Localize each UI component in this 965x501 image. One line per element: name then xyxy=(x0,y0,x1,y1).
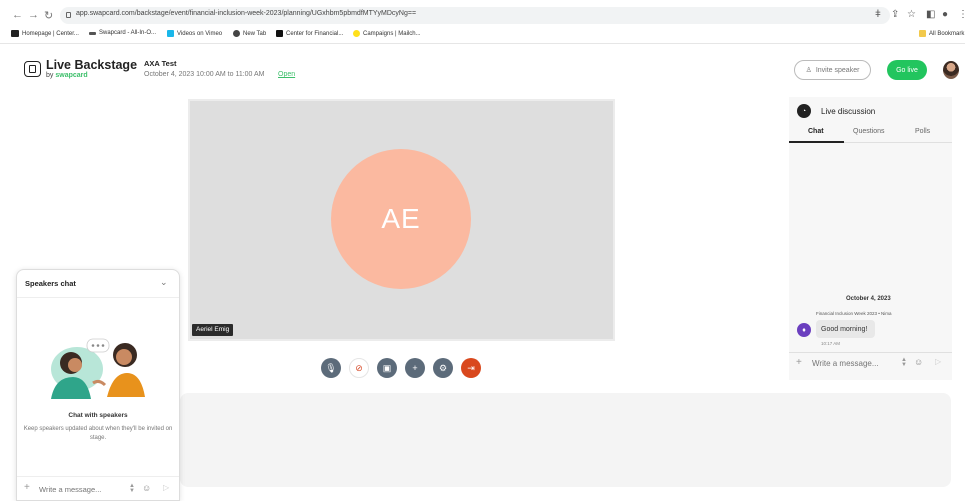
sort-icon[interactable]: ▲ ▼ xyxy=(129,483,135,494)
leave-button[interactable]: ⇥ xyxy=(461,358,481,378)
live-discussion-message-input[interactable] xyxy=(812,359,892,368)
speakers-chat-message-input[interactable] xyxy=(39,485,119,494)
speakers-chat-illustration xyxy=(51,338,145,399)
exit-icon: ⇥ xyxy=(467,362,475,373)
cfi-logo-icon xyxy=(11,30,19,37)
browser-chrome: ← → ↻ app.swapcard.com/backstage/event/f… xyxy=(0,0,965,44)
open-link[interactable]: Open xyxy=(278,71,295,78)
globe-icon xyxy=(233,30,240,37)
go-live-button[interactable]: Go live xyxy=(887,60,927,80)
send-icon[interactable]: ▷ xyxy=(163,483,169,492)
star-icon[interactable]: ☆ xyxy=(907,9,916,20)
microphone-icon: 🎙 xyxy=(325,362,337,373)
screen-share-icon: ▣ xyxy=(382,362,392,373)
tab-questions[interactable]: Questions xyxy=(853,128,885,135)
input-divider xyxy=(789,352,952,353)
site-info-icon[interactable] xyxy=(66,12,71,18)
url-text: app.swapcard.com/backstage/event/financi… xyxy=(76,10,417,17)
sidepanel-icon[interactable]: ◧ xyxy=(926,9,935,20)
sort-icon[interactable]: ▲ ▼ xyxy=(901,357,907,368)
menu-icon[interactable]: ⋮ xyxy=(958,9,965,20)
add-button[interactable]: + xyxy=(405,358,425,378)
bookmark-vimeo[interactable]: Videos on Vimeo xyxy=(167,30,222,37)
bookmark-mailchimp[interactable]: Campaigns | Mailch... xyxy=(353,30,421,37)
live-discussion-title: Live discussion xyxy=(821,107,876,116)
send-icon[interactable]: ▷ xyxy=(935,357,941,366)
speaker-avatar-initials: AE xyxy=(331,149,471,289)
avatar[interactable] xyxy=(943,61,959,79)
camera-off-icon: ⊘ xyxy=(355,362,363,373)
share-icon[interactable]: ⇪ xyxy=(891,9,899,20)
settings-button[interactable]: ⚙ xyxy=(433,358,453,378)
swapcard-brand: swapcard xyxy=(55,72,88,79)
input-divider xyxy=(17,476,179,477)
bookmark-homepage[interactable]: Homepage | Center... xyxy=(11,30,79,37)
chevron-down-icon[interactable]: ⌄ xyxy=(160,277,168,288)
reload-icon[interactable]: ↻ xyxy=(44,9,53,22)
camera-off-button[interactable]: ⊘ xyxy=(349,358,369,378)
app-subtitle: by swapcard xyxy=(46,72,88,79)
all-bookmarks[interactable]: All Bookmark xyxy=(919,30,964,37)
plus-icon: + xyxy=(412,363,418,373)
folder-icon xyxy=(919,30,926,37)
screen-share-button[interactable]: ▣ xyxy=(377,358,397,378)
bookmark-center-financial[interactable]: Center for Financial... xyxy=(276,30,343,37)
emoji-icon[interactable]: ☺ xyxy=(142,483,151,493)
chat-sender: Financial Inclusion Week 2023 • Nima xyxy=(816,311,892,316)
active-tab-indicator xyxy=(789,141,844,143)
x-logo-icon xyxy=(276,30,283,37)
app-title: Live Backstage xyxy=(46,58,138,72)
speakers-chat-title: Speakers chat xyxy=(25,279,76,288)
chat-bubble-icon: ◔ xyxy=(797,104,811,118)
invite-speaker-button[interactable]: ♙ Invite speaker xyxy=(794,60,871,80)
bookmark-swapcard[interactable]: Swapcard - All-In-O... xyxy=(89,30,156,36)
sender-icon: ♦ xyxy=(802,326,806,334)
microphone-icon[interactable]: ǂ xyxy=(875,9,881,20)
back-arrow-icon[interactable]: ← xyxy=(12,9,23,21)
plus-icon[interactable]: + xyxy=(796,357,802,368)
vimeo-icon xyxy=(167,30,174,37)
chat-date-separator: October 4, 2023 xyxy=(846,296,891,302)
panel-divider xyxy=(17,297,179,298)
gear-icon: ⚙ xyxy=(438,362,448,373)
add-person-icon: ♙ xyxy=(805,67,812,74)
live-backstage-logo-icon xyxy=(24,61,41,77)
mailchimp-icon xyxy=(353,30,360,37)
plus-icon[interactable]: + xyxy=(24,482,30,493)
event-date: October 4, 2023 10:00 AM to 11:00 AM xyxy=(144,71,265,78)
tab-chat[interactable]: Chat xyxy=(808,128,824,135)
event-name: AXA Test xyxy=(144,59,177,68)
bookmark-new-tab[interactable]: New Tab xyxy=(233,30,266,37)
chat-message: Good morning! xyxy=(816,320,875,338)
backstage-queue-panel xyxy=(180,393,951,487)
chat-timestamp: 10:17 AM xyxy=(821,341,841,346)
address-bar[interactable]: app.swapcard.com/backstage/event/financi… xyxy=(60,7,890,24)
microphone-button[interactable]: 🎙 xyxy=(321,358,341,378)
emoji-icon[interactable]: ☺ xyxy=(914,357,923,367)
avatar[interactable]: ♦ xyxy=(797,323,811,337)
swapcard-icon xyxy=(89,31,96,35)
speakers-chat-heading: Chat with speakers xyxy=(68,412,128,419)
forward-arrow-icon[interactable]: → xyxy=(28,9,39,21)
speakers-chat-description: Keep speakers updated about when they'll… xyxy=(23,426,173,441)
tab-polls[interactable]: Polls xyxy=(915,128,930,135)
speaker-name-tag: Aeriel Emig xyxy=(192,324,234,336)
profile-icon[interactable]: ● xyxy=(942,9,948,20)
bookmarks-bar: Homepage | Center... Swapcard - All-In-O… xyxy=(0,28,965,42)
